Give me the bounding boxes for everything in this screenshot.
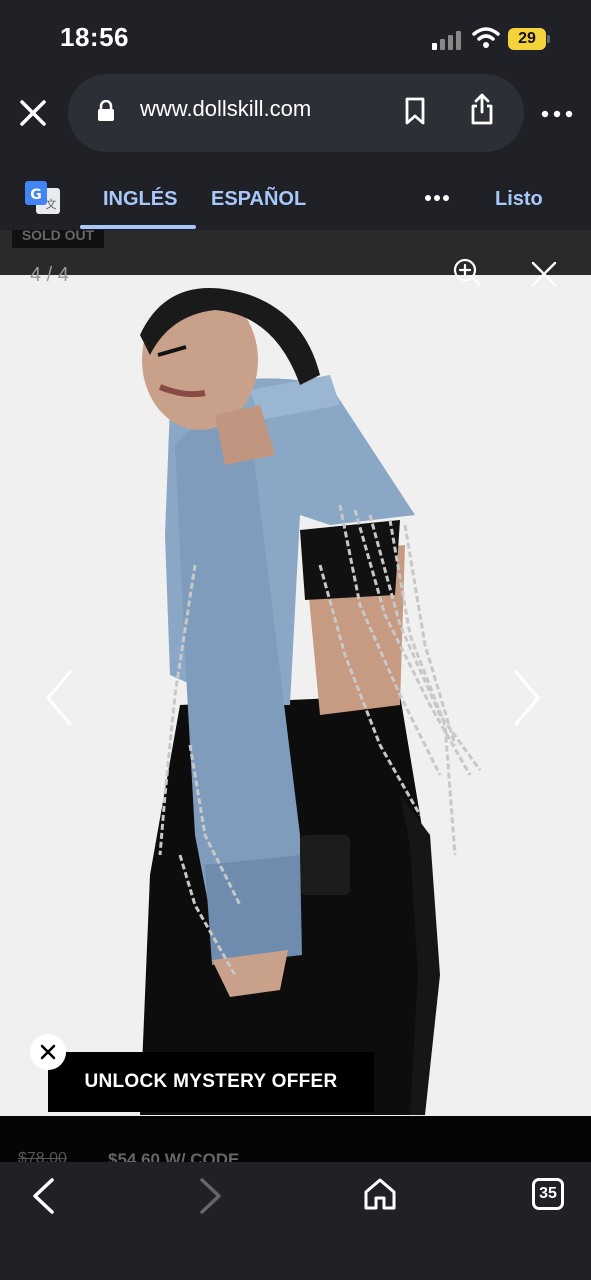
page-background: SOLD OUT [0, 230, 591, 275]
translate-bar: G 文 INGLÉS ESPAÑOL Listo [0, 166, 591, 230]
forward-icon[interactable] [198, 1176, 224, 1216]
browser-toolbar: www.dollskill.com [0, 74, 591, 166]
viewer-close-icon[interactable] [530, 260, 558, 288]
more-icon[interactable] [540, 104, 574, 124]
back-icon[interactable] [30, 1176, 56, 1216]
sold-out-badge: SOLD OUT [12, 230, 104, 248]
product-image[interactable] [0, 275, 591, 1116]
svg-text:文: 文 [46, 197, 57, 211]
battery-icon: 29 [508, 28, 550, 50]
tabs-icon[interactable]: 35 [532, 1178, 564, 1210]
wifi-icon [472, 27, 500, 48]
translate-done-button[interactable]: Listo [495, 188, 543, 211]
price-bar: $78.00 $54.60 W/ CODE [0, 1116, 591, 1162]
offer-label: UNLOCK MYSTERY OFFER [84, 1071, 338, 1092]
offer-close-icon[interactable] [30, 1034, 66, 1070]
status-bar: 18:56 29 [0, 0, 591, 80]
bottom-nav: 35 [0, 1162, 591, 1280]
tab-active-indicator [80, 225, 196, 229]
zoom-in-icon[interactable] [452, 257, 482, 287]
address-bar[interactable]: www.dollskill.com [68, 74, 524, 152]
battery-level: 29 [508, 28, 546, 50]
cellular-signal-icon [432, 30, 464, 50]
url-text[interactable]: www.dollskill.com [140, 96, 311, 122]
home-icon[interactable] [362, 1176, 398, 1212]
google-translate-icon[interactable]: G 文 [24, 180, 62, 216]
translate-options-icon[interactable] [424, 194, 450, 202]
mystery-offer-button[interactable]: UNLOCK MYSTERY OFFER [48, 1052, 374, 1112]
chevron-left-icon[interactable] [44, 668, 74, 728]
image-counter: 4 / 4 [30, 264, 69, 286]
status-time: 18:56 [60, 22, 129, 52]
old-price: $78.00 [18, 1150, 67, 1162]
close-icon[interactable] [18, 98, 48, 128]
lock-icon [98, 100, 114, 121]
svg-text:G: G [30, 187, 42, 203]
product-photo-illustration [140, 288, 482, 1115]
promo-price: $54.60 W/ CODE [108, 1150, 240, 1162]
tab-english[interactable]: INGLÉS [103, 188, 177, 211]
chevron-right-icon[interactable] [512, 668, 542, 728]
tab-spanish[interactable]: ESPAÑOL [211, 188, 306, 211]
bookmark-icon[interactable] [402, 96, 428, 126]
share-icon[interactable] [468, 92, 496, 126]
